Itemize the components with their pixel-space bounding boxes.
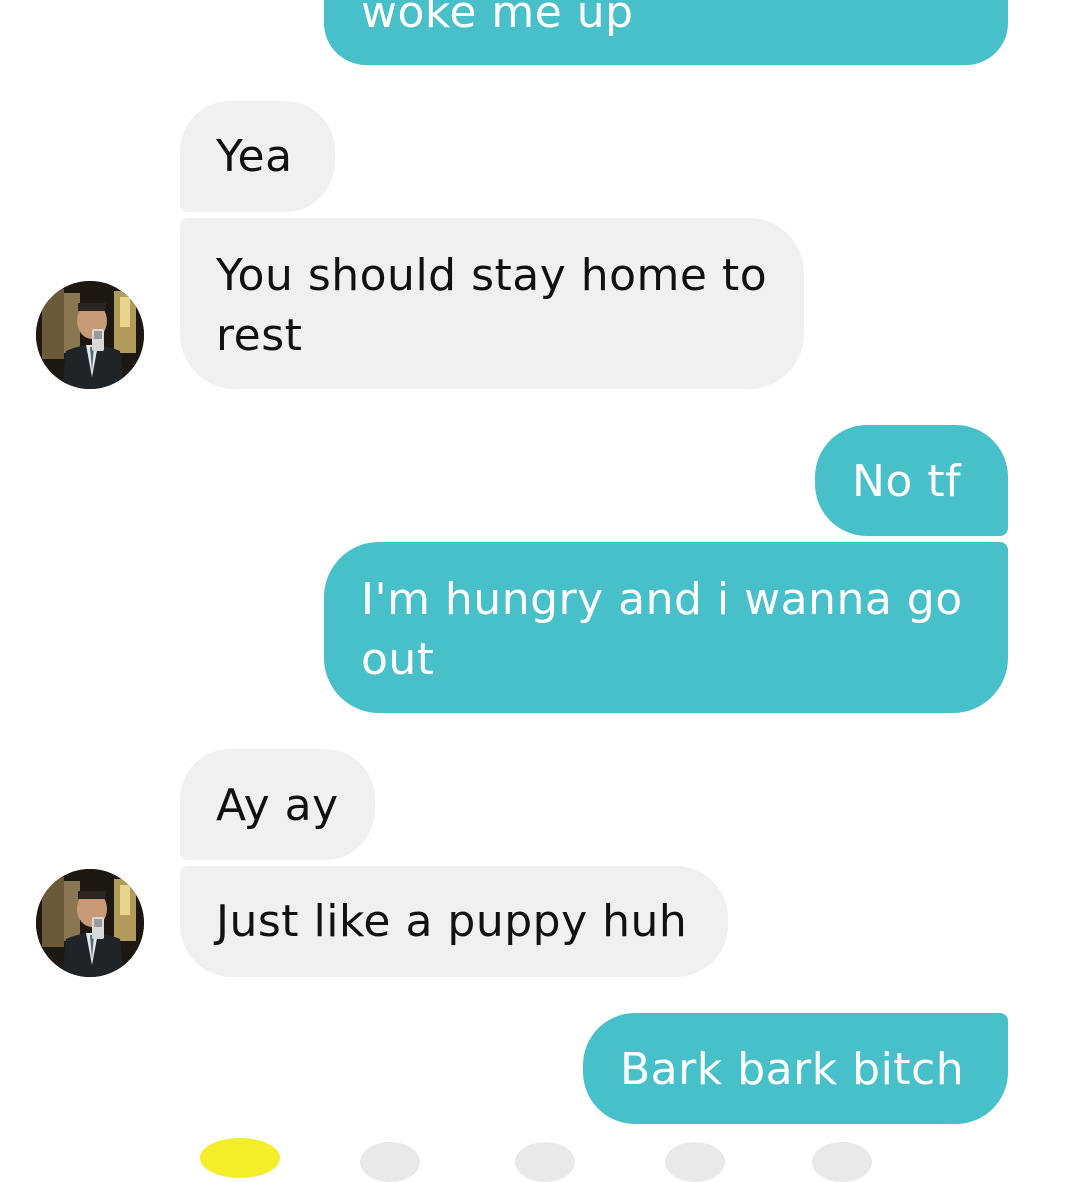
message-text: Yea	[216, 131, 293, 182]
incoming-message[interactable]: Just like a puppy huh	[180, 866, 728, 977]
contact-avatar[interactable]	[36, 869, 144, 977]
contact-avatar-photo	[36, 869, 144, 977]
bottom-toolbar	[0, 1134, 1080, 1182]
incoming-message[interactable]: You should stay home to rest	[180, 218, 804, 389]
message-text: You should stay home to rest	[216, 250, 768, 361]
message-text: woke me up	[361, 0, 634, 38]
gray-circle-icon[interactable]	[812, 1142, 872, 1182]
contact-avatar[interactable]	[36, 281, 144, 389]
gray-circle-icon[interactable]	[515, 1142, 575, 1182]
yellow-circle-icon[interactable]	[200, 1138, 280, 1178]
gray-circle-icon[interactable]	[665, 1142, 725, 1182]
outgoing-message[interactable]: woke me up	[324, 0, 1008, 65]
message-text: I'm hungry and i wanna go out	[361, 574, 963, 685]
message-text: Bark bark bitch	[620, 1044, 965, 1095]
message-text: Ay ay	[216, 780, 339, 831]
contact-avatar-photo	[36, 281, 144, 389]
outgoing-message[interactable]: Bark bark bitch	[583, 1013, 1008, 1124]
outgoing-message[interactable]: I'm hungry and i wanna go out	[324, 542, 1008, 713]
incoming-message[interactable]: Ay ay	[180, 749, 375, 860]
gray-circle-icon[interactable]	[360, 1142, 420, 1182]
message-text: No tf	[852, 456, 962, 507]
message-text: Just like a puppy huh	[216, 896, 688, 947]
message-thread: woke me up Yea You should stay home to r…	[0, 0, 1080, 1182]
outgoing-message[interactable]: No tf	[815, 425, 1008, 536]
incoming-message[interactable]: Yea	[180, 101, 335, 212]
